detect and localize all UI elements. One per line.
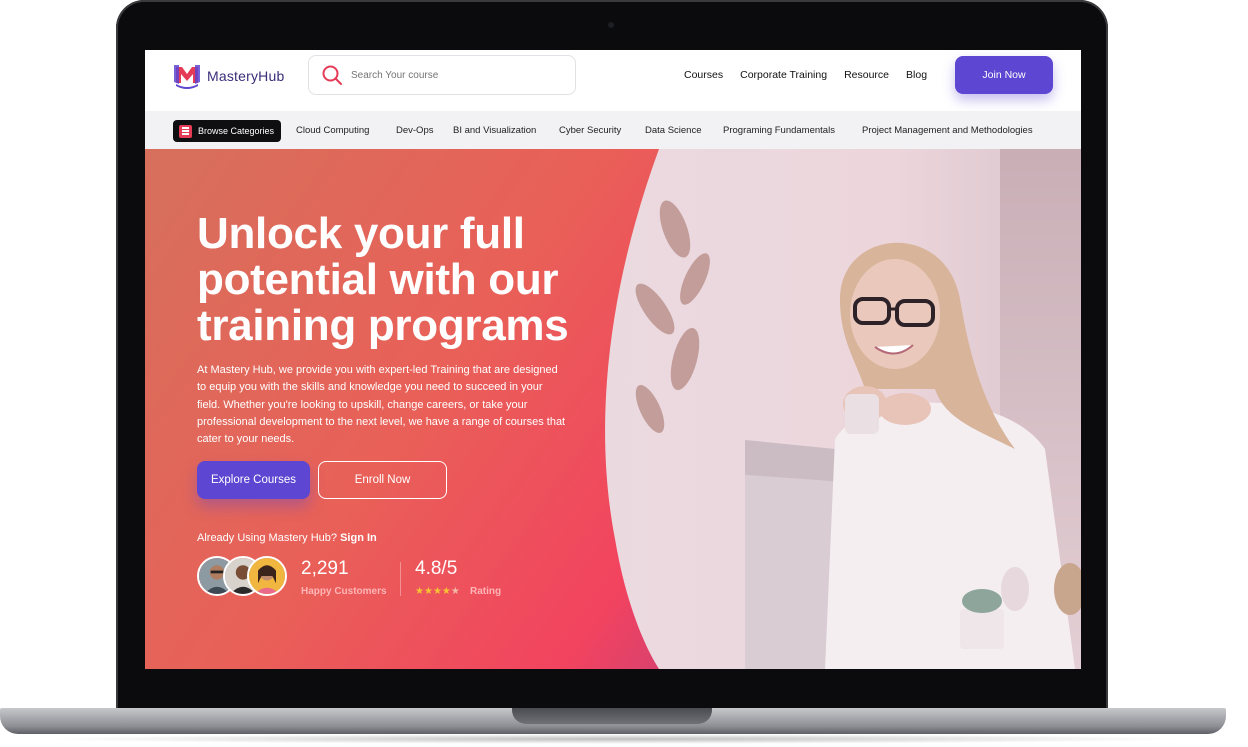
- category-project-management[interactable]: Project Management and Methodologies: [862, 125, 1033, 136]
- avatar: [247, 556, 287, 596]
- star-icon: ★: [432, 586, 442, 597]
- category-cyber-security[interactable]: Cyber Security: [559, 125, 621, 136]
- stat-divider: [400, 562, 401, 596]
- nav-item-blog[interactable]: Blog: [906, 69, 927, 81]
- join-now-button[interactable]: Join Now: [955, 56, 1053, 94]
- rating-label: Rating: [470, 586, 502, 597]
- sign-in-link[interactable]: Sign In: [340, 532, 377, 544]
- category-bi-visualization[interactable]: BI and Visualization: [453, 125, 536, 136]
- customer-avatars: [197, 556, 289, 598]
- browse-categories-label: Browse Categories: [198, 126, 275, 136]
- nav-item-corporate-training[interactable]: Corporate Training: [740, 69, 827, 81]
- hero-headline: Unlock your full potential with our trai…: [197, 209, 569, 350]
- browse-categories-button[interactable]: Browse Categories: [173, 120, 281, 142]
- category-bar: Browse Categories Cloud Computing Dev-Op…: [145, 111, 1081, 149]
- star-icon: ★: [415, 586, 424, 597]
- category-programing-fundamentals[interactable]: Programing Fundamentals: [723, 125, 835, 136]
- site-header: MasteryHub Courses Corporate Training Re…: [145, 50, 1081, 111]
- hero-description: At Mastery Hub, we provide you with expe…: [197, 364, 566, 446]
- star-empty-icon: ★: [450, 586, 460, 597]
- customers-label: Happy Customers: [301, 586, 387, 597]
- category-data-science[interactable]: Data Science: [645, 125, 702, 136]
- category-cloud-computing[interactable]: Cloud Computing: [296, 125, 369, 136]
- already-using-label: Already Using Mastery Hub?: [197, 532, 338, 544]
- browser-screen: MasteryHub Courses Corporate Training Re…: [145, 50, 1081, 669]
- laptop-shadow: [40, 734, 1190, 744]
- woman-with-laptop-illustration: [745, 242, 1081, 669]
- explore-courses-button[interactable]: Explore Courses: [197, 461, 310, 499]
- search-icon: [322, 65, 342, 85]
- brand-name: MasteryHub: [207, 68, 285, 84]
- camera-dot: [608, 22, 614, 28]
- search-box[interactable]: [308, 55, 576, 95]
- nav-item-courses[interactable]: Courses: [684, 69, 723, 81]
- hero-section: Unlock your full potential with our trai…: [145, 149, 1081, 669]
- nav-item-resource[interactable]: Resource: [844, 69, 889, 81]
- brand-logo[interactable]: MasteryHub: [173, 62, 284, 90]
- star-icon: ★: [441, 586, 451, 597]
- star-icon: ★: [423, 586, 433, 597]
- rating-value: 4.8/5: [415, 558, 458, 579]
- search-input[interactable]: [351, 69, 551, 81]
- customers-count: 2,291: [301, 558, 349, 579]
- laptop-notch: [512, 708, 712, 724]
- category-dev-ops[interactable]: Dev-Ops: [396, 125, 433, 136]
- menu-icon: [179, 124, 192, 138]
- rating-stars: ★★★★★: [415, 586, 460, 597]
- enroll-now-button[interactable]: Enroll Now: [318, 461, 447, 499]
- main-nav: Courses Corporate Training Resource Blog: [684, 69, 927, 81]
- already-using-text: Already Using Mastery Hub? Sign In: [197, 532, 377, 544]
- masteryhub-logo-icon: [174, 65, 200, 89]
